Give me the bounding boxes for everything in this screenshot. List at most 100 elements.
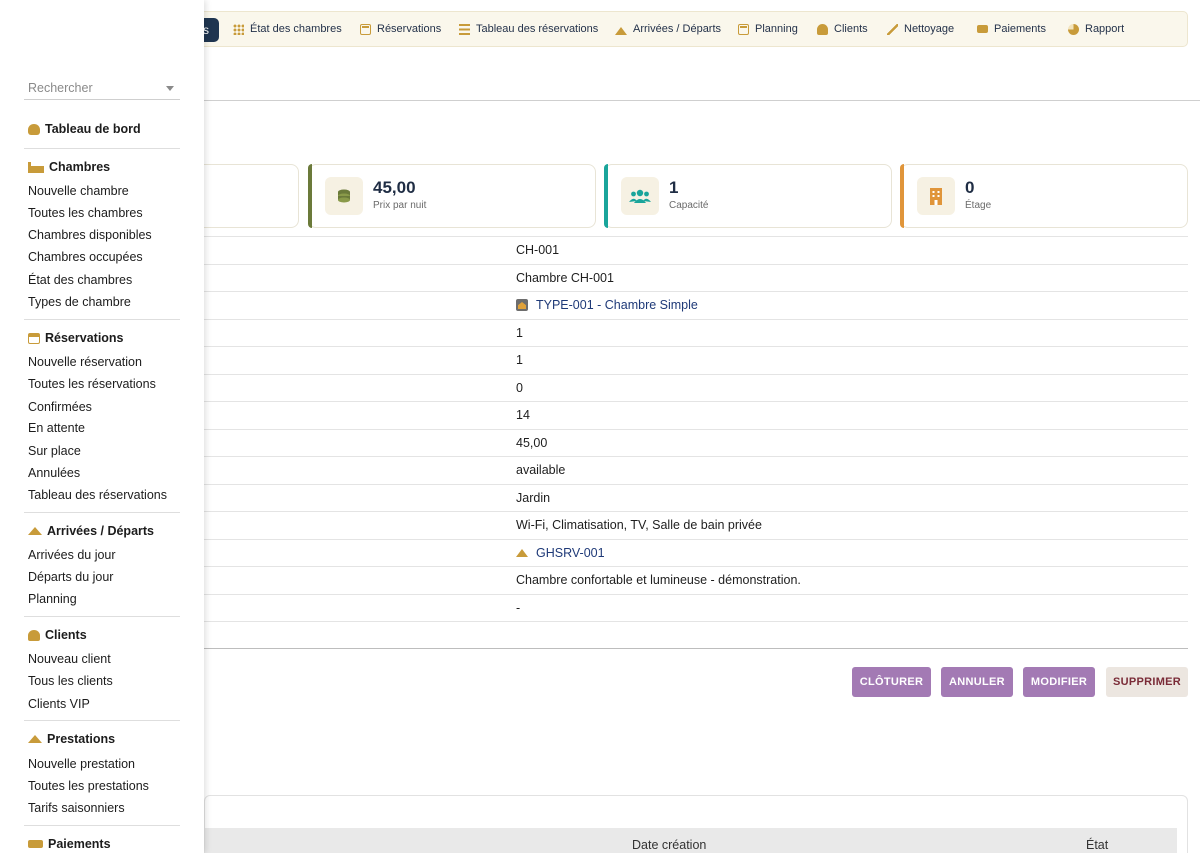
price-value: 45,00 xyxy=(516,435,548,450)
bell-icon xyxy=(615,24,627,35)
room-type-link[interactable]: TYPE-001 - Chambre Simple xyxy=(536,298,698,312)
money-icon xyxy=(977,25,988,33)
status-value: available xyxy=(516,463,566,477)
sidebar-item-nouvelle-reservation[interactable]: Nouvelle réservation xyxy=(28,355,142,369)
sidebar-item-chambres-disponibles[interactable]: Chambres disponibles xyxy=(28,228,152,242)
card-value-capacity: 1 xyxy=(669,178,679,197)
sidebar-section-reservations: Réservations xyxy=(28,331,124,345)
sidebar-item-etat-chambres[interactable]: État des chambres xyxy=(28,273,132,287)
sidebar-divider xyxy=(24,148,180,149)
broom-icon xyxy=(887,23,898,35)
detail-row: 0 xyxy=(204,373,1188,402)
sidebar: Rechercher Tableau de bord Chambres Nouv… xyxy=(0,0,204,853)
nav-item-paiements[interactable]: Paiements xyxy=(977,12,1046,46)
detail-row: available xyxy=(204,456,1188,484)
sidebar-divider xyxy=(24,825,180,826)
nav-item-planning[interactable]: Planning xyxy=(738,12,798,46)
detail-row: 1 xyxy=(204,318,1188,347)
nav-item-rapport[interactable]: Rapport xyxy=(1068,12,1124,46)
sidebar-item-tarifs-saisonniers[interactable]: Tarifs saisonniers xyxy=(28,801,125,815)
card-accent xyxy=(604,164,608,228)
service-link[interactable]: GHSRV-001 xyxy=(536,546,605,560)
sidebar-item-sur-place[interactable]: Sur place xyxy=(28,444,81,458)
bell-icon xyxy=(28,735,42,743)
detail-row: 14 xyxy=(204,401,1188,429)
nav-item-etat-chambres[interactable]: État des chambres xyxy=(233,12,342,46)
sidebar-section-prestations: Prestations xyxy=(28,732,115,746)
stat-card-capacity: 1 Capacité xyxy=(604,164,892,228)
table-header: Date création État xyxy=(205,828,1177,853)
delete-button[interactable]: SUPPRIMER xyxy=(1106,667,1188,697)
bell-icon xyxy=(516,548,528,557)
sidebar-item-nouvelle-chambre[interactable]: Nouvelle chambre xyxy=(28,184,129,198)
sidebar-item-planning[interactable]: Planning xyxy=(28,592,77,606)
detail-row: Chambre CH-001 xyxy=(204,263,1188,292)
sidebar-item-clients-vip[interactable]: Clients VIP xyxy=(28,697,90,711)
sidebar-divider xyxy=(24,720,180,721)
nav-item-nettoyage[interactable]: Nettoyage xyxy=(887,12,954,46)
sidebar-item-arrivees-jour[interactable]: Arrivées du jour xyxy=(28,548,116,562)
sidebar-divider xyxy=(24,512,180,513)
sidebar-divider xyxy=(24,319,180,320)
card-label-price: Prix par nuit xyxy=(373,200,427,211)
edit-button[interactable]: MODIFIER xyxy=(1023,667,1095,697)
gauge-icon xyxy=(28,123,40,135)
detail-row: 45,00 xyxy=(204,428,1188,457)
card-accent xyxy=(308,164,312,228)
sidebar-item-nouvelle-prestation[interactable]: Nouvelle prestation xyxy=(28,757,135,771)
sidebar-item-toutes-prestations[interactable]: Toutes les prestations xyxy=(28,779,149,793)
column-header-state[interactable]: État xyxy=(1086,838,1108,852)
detail-row: CH-001 xyxy=(204,236,1188,264)
close-button[interactable]: CLÔTURER xyxy=(852,667,931,697)
room-type-icon xyxy=(516,299,528,311)
card-value-price: 45,00 xyxy=(373,178,416,197)
detail-row: GHSRV-001 xyxy=(204,538,1188,567)
nav-item-reservations[interactable]: Réservations xyxy=(360,12,441,46)
nav-item-clients[interactable]: Clients xyxy=(817,12,868,46)
sidebar-section-paiements: Paiements xyxy=(28,837,111,851)
card-value-floor: 0 xyxy=(965,178,975,197)
nav-item-arrivees-departs[interactable]: Arrivées / Départs xyxy=(615,12,721,46)
sidebar-item-toutes-reservations[interactable]: Toutes les réservations xyxy=(28,377,156,391)
stat-card-price: 45,00 Prix par nuit xyxy=(308,164,596,228)
sidebar-item-types-chambre[interactable]: Types de chambre xyxy=(28,295,131,309)
header-divider xyxy=(204,100,1200,101)
user-icon xyxy=(28,629,40,641)
pie-chart-icon xyxy=(1068,23,1079,35)
sidebar-item-chambres-occupees[interactable]: Chambres occupées xyxy=(28,250,143,264)
sidebar-item-en-attente[interactable]: En attente xyxy=(28,421,85,435)
sidebar-item-tous-clients[interactable]: Tous les clients xyxy=(28,674,113,688)
sidebar-item-nouveau-client[interactable]: Nouveau client xyxy=(28,652,111,666)
list-icon xyxy=(459,23,470,35)
sidebar-divider xyxy=(24,616,180,617)
detail-row: - xyxy=(204,593,1188,622)
calendar-check-icon xyxy=(28,332,40,344)
sidebar-item-toutes-chambres[interactable]: Toutes les chambres xyxy=(28,206,143,220)
sidebar-item-annulees[interactable]: Annulées xyxy=(28,466,80,480)
sidebar-section-chambres: Chambres xyxy=(28,160,110,174)
building-icon xyxy=(917,177,955,215)
sidebar-item-departs-jour[interactable]: Départs du jour xyxy=(28,570,113,584)
detail-row: TYPE-001 - Chambre Simple xyxy=(204,291,1188,319)
column-header-date[interactable]: Date création xyxy=(632,838,706,852)
money-icon xyxy=(28,840,43,848)
top-navigation: s État des chambres Réservations Tableau… xyxy=(160,11,1188,47)
card-label-capacity: Capacité xyxy=(669,200,709,211)
user-icon xyxy=(817,23,828,35)
coins-icon xyxy=(325,177,363,215)
card-label-floor: Étage xyxy=(965,200,992,211)
card-accent xyxy=(900,164,904,228)
nav-item-tableau-reservations[interactable]: Tableau des réservations xyxy=(459,12,598,46)
history-table: Date création État xyxy=(204,795,1188,853)
cancel-button[interactable]: ANNULER xyxy=(941,667,1013,697)
detail-row: Wi-Fi, Climatisation, TV, Salle de bain … xyxy=(204,511,1188,539)
sidebar-item-tableau-reservations[interactable]: Tableau des réservations xyxy=(28,488,167,502)
search-select[interactable]: Rechercher xyxy=(24,78,180,100)
detail-row: 1 xyxy=(204,346,1188,374)
sidebar-item-confirmees[interactable]: Confirmées xyxy=(28,400,92,414)
grid-icon xyxy=(233,23,244,35)
stat-card-floor: 0 Étage xyxy=(900,164,1188,228)
sidebar-item-dashboard[interactable]: Tableau de bord xyxy=(28,122,141,136)
chevron-down-icon xyxy=(166,86,174,91)
detail-row: Chambre confortable et lumineuse - démon… xyxy=(204,566,1188,594)
